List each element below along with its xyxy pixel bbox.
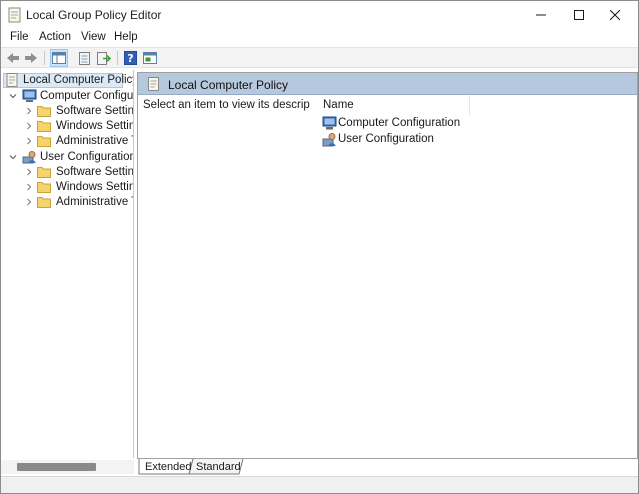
show-hide-tree-icon [52,52,66,64]
close-icon [610,10,620,20]
details-header: Local Computer Policy [138,73,637,95]
tree-label: Computer Configurati [40,90,134,102]
close-button[interactable] [592,1,638,29]
folder-icon [37,167,51,178]
list-item-user-configuration[interactable]: User Configuration [322,132,462,148]
user-icon [322,133,336,147]
policy-document-icon [148,77,159,91]
tree-label: Administrative Te [56,135,133,147]
column-header-name[interactable]: Name [310,95,470,115]
help-icon: ? [123,51,137,65]
tab-standard[interactable]: Standard [192,459,242,475]
tree-item-user-configuration[interactable]: User Configuration [1,150,134,165]
tree-label: Windows Settings [56,181,133,193]
folder-icon [37,197,51,208]
export-list-icon [97,51,111,65]
list-item-label: Computer Configuration [338,117,461,129]
tab-label: Standard [196,461,241,473]
back-icon [7,53,19,63]
list-item-computer-configuration[interactable]: Computer Configuration [322,116,462,132]
chevron-right-icon[interactable] [24,167,34,177]
app-window: Local Group Policy Editor File Action Vi… [0,0,639,494]
scrollbar-thumb[interactable] [17,463,96,471]
export-list-button[interactable] [95,49,113,67]
description-text: Select an item to view its description. [143,99,332,111]
menu-bar: File Action View Help [1,29,638,47]
view-tabs: Extended Standard [138,459,338,475]
properties-button[interactable] [75,49,93,67]
tree-item-administrative-templates[interactable]: Administrative Te [1,134,133,149]
back-button[interactable] [4,49,22,67]
toolbar-separator [44,51,45,65]
menu-view[interactable]: View [81,31,106,43]
chevron-down-icon[interactable] [8,91,18,101]
details-title: Local Computer Policy [168,78,289,92]
menu-help[interactable]: Help [114,31,138,43]
menu-action[interactable]: Action [39,31,71,43]
tree-item-windows-settings[interactable]: Windows Settings [1,180,133,195]
menu-file[interactable]: File [10,31,29,43]
tree-label: Administrative Te [56,196,133,208]
maximize-icon [574,10,584,20]
folder-icon [37,136,51,147]
tree-label: User Configuration [40,151,134,163]
status-bar [1,476,638,493]
column-label: Name [323,99,354,111]
tab-label: Extended [145,461,192,473]
tree-item-administrative-templates[interactable]: Administrative Te [1,195,133,210]
folder-icon [37,121,51,132]
tree-item-software-settings[interactable]: Software Settings [1,104,134,119]
tree-label: Local Computer Policy [23,74,134,86]
toolbar: ? [1,47,638,68]
forward-button[interactable] [22,49,40,67]
window-title: Local Group Policy Editor [26,8,162,22]
chevron-right-icon[interactable] [24,136,34,146]
show-hide-tree-button[interactable] [50,49,68,67]
tree-item-computer-configuration[interactable]: Computer Configurati [1,89,134,104]
show-hide-action-pane-button[interactable] [141,49,159,67]
tree-label: Windows Settings [56,120,133,132]
chevron-down-icon[interactable] [8,152,18,162]
tree-item-software-settings[interactable]: Software Settings [1,165,134,180]
policy-document-icon [8,7,21,23]
item-list: Name Computer Configuration User Configu… [310,95,637,458]
computer-icon [22,89,37,102]
folder-icon [37,106,51,117]
show-hide-action-pane-icon [143,52,157,64]
list-item-label: User Configuration [338,133,434,145]
svg-text:?: ? [127,52,133,65]
tree-pane: Local Computer Policy Computer Configura… [1,70,134,458]
forward-icon [25,53,37,63]
properties-icon [78,51,90,65]
chevron-right-icon[interactable] [24,182,34,192]
computer-icon [322,116,337,130]
tree-label: Software Settings [56,105,134,117]
chevron-right-icon[interactable] [24,121,34,131]
folder-icon [37,182,51,193]
tab-extended[interactable]: Extended [139,459,191,475]
tree-horizontal-scrollbar[interactable] [1,460,134,474]
details-pane: Local Computer Policy Select an item to … [137,72,638,459]
user-icon [22,151,36,164]
tree-item-local-computer-policy[interactable]: Local Computer Policy [1,73,133,88]
help-button[interactable]: ? [121,49,139,67]
toolbar-separator [117,51,118,65]
chevron-right-icon[interactable] [24,106,34,116]
title-bar: Local Group Policy Editor [1,1,638,29]
minimize-icon [536,14,546,16]
chevron-right-icon[interactable] [24,197,34,207]
policy-document-icon [6,73,18,87]
tree-label: Software Settings [56,166,134,178]
tree-item-windows-settings[interactable]: Windows Settings [1,119,133,134]
